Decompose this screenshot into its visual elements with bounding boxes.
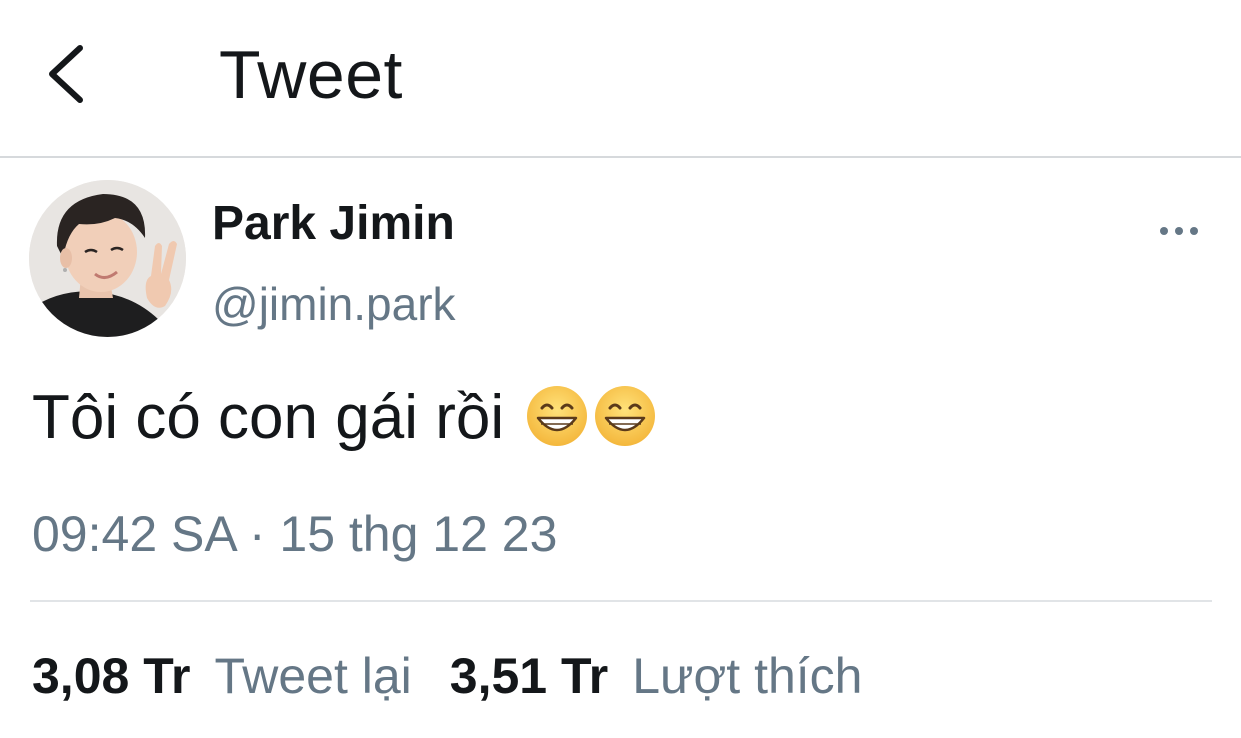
author-display-name[interactable]: Park Jimin bbox=[212, 196, 455, 252]
tweet-stats: 3,08 Tr Tweet lại 3,51 Tr Lượt thích bbox=[32, 644, 862, 708]
tweet-text: Tôi có con gái rồi bbox=[32, 378, 657, 458]
like-count: 3,51 Tr bbox=[449, 648, 609, 704]
grinning-face-emoji-icon bbox=[593, 384, 657, 448]
back-button[interactable] bbox=[40, 40, 96, 108]
retweet-label: Tweet lại bbox=[214, 648, 412, 704]
author-handle[interactable]: @jimin.park bbox=[212, 276, 456, 332]
more-options-button[interactable] bbox=[1152, 214, 1206, 248]
chevron-left-icon bbox=[49, 45, 83, 103]
retweets-stat[interactable]: 3,08 Tr Tweet lại bbox=[32, 644, 412, 708]
like-label: Lượt thích bbox=[632, 648, 863, 704]
divider bbox=[30, 600, 1212, 602]
top-bar: Tweet bbox=[0, 0, 1241, 158]
more-horizontal-icon bbox=[1160, 227, 1198, 235]
grinning-face-emoji-icon bbox=[525, 384, 589, 448]
tweet-timestamp[interactable]: 09:42 SA · 15 thg 12 23 bbox=[32, 504, 557, 564]
likes-stat[interactable]: 3,51 Tr Lượt thích bbox=[450, 644, 863, 708]
tweet-text-content: Tôi có con gái rồi bbox=[32, 383, 505, 452]
retweet-count: 3,08 Tr bbox=[32, 648, 191, 704]
avatar[interactable] bbox=[29, 180, 186, 337]
page-title: Tweet bbox=[219, 37, 403, 113]
profile-photo bbox=[29, 180, 186, 337]
